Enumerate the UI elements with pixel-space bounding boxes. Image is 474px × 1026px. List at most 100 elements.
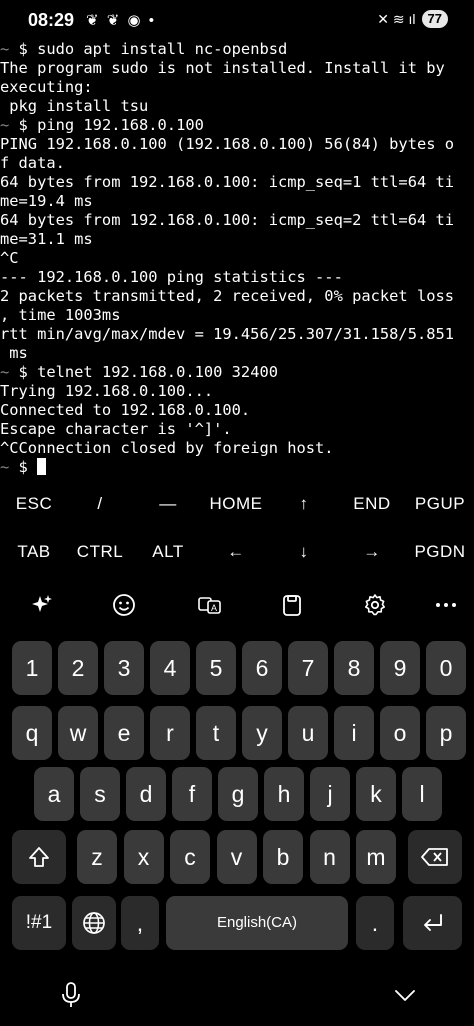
terminal-text: $ telnet 192.168.0.100 32400 <box>18 363 278 381</box>
key-1[interactable]: 1 <box>12 641 52 695</box>
translate-icon[interactable]: A <box>190 585 230 625</box>
shift-key[interactable] <box>12 830 66 884</box>
key-a[interactable]: a <box>34 767 74 821</box>
terminal-line: Connected to 192.168.0.100. <box>0 401 474 420</box>
down-arrow-key[interactable]: ↓ <box>270 528 338 576</box>
comma-key[interactable]: , <box>121 896 159 950</box>
key-r[interactable]: r <box>150 706 190 760</box>
key-4[interactable]: 4 <box>150 641 190 695</box>
alt-key[interactable]: ALT <box>134 528 202 576</box>
backspace-key[interactable] <box>408 830 462 884</box>
terminal-text: me=31.1 ms <box>0 230 93 248</box>
extra-keys-row-2: TAB CTRL ALT ← ↓ → PGDN <box>0 528 474 576</box>
pgup-key[interactable]: PGUP <box>406 480 474 528</box>
slash-key[interactable]: / <box>66 480 134 528</box>
terminal-line: ms <box>0 344 474 363</box>
up-arrow-key[interactable]: ↑ <box>270 480 338 528</box>
symbols-key[interactable]: !#1 <box>12 896 66 950</box>
terminal-line: Trying 192.168.0.100... <box>0 382 474 401</box>
key-d[interactable]: d <box>126 767 166 821</box>
terminal-text: Trying 192.168.0.100... <box>0 382 214 400</box>
terminal-text: 64 bytes from 192.168.0.100: icmp_seq=1 … <box>0 173 455 191</box>
terminal-cursor <box>37 458 47 475</box>
key-y[interactable]: y <box>242 706 282 760</box>
terminal-line: ^CConnection closed by foreign host. <box>0 439 474 458</box>
terminal-line: executing: <box>0 78 474 97</box>
tab-key[interactable]: TAB <box>0 528 68 576</box>
terminal-line: pkg install tsu <box>0 97 474 116</box>
prompt-tilde: ~ <box>0 458 19 476</box>
enter-key[interactable] <box>403 896 462 950</box>
key-c[interactable]: c <box>170 830 210 884</box>
dash-key[interactable]: — <box>134 480 202 528</box>
microphone-icon[interactable] <box>56 978 86 1012</box>
key-2[interactable]: 2 <box>58 641 98 695</box>
key-j[interactable]: j <box>310 767 350 821</box>
terminal-line: ^C <box>0 249 474 268</box>
key-n[interactable]: n <box>309 830 350 884</box>
terminal-text: pkg install tsu <box>0 97 149 115</box>
key-k[interactable]: k <box>356 767 396 821</box>
key-z[interactable]: z <box>77 830 117 884</box>
key-s[interactable]: s <box>80 767 120 821</box>
key-f[interactable]: f <box>172 767 212 821</box>
key-u[interactable]: u <box>288 706 328 760</box>
language-key[interactable] <box>72 896 116 950</box>
key-q[interactable]: q <box>12 706 52 760</box>
prompt-tilde: ~ <box>0 40 19 58</box>
terminal-line: ~ $ sudo apt install nc-openbsd <box>0 40 474 59</box>
ctrl-key[interactable]: CTRL <box>66 528 134 576</box>
key-g[interactable]: g <box>218 767 258 821</box>
key-w[interactable]: w <box>58 706 98 760</box>
key-7[interactable]: 7 <box>288 641 328 695</box>
home-key[interactable]: HOME <box>202 480 270 528</box>
key-e[interactable]: e <box>104 706 144 760</box>
terminal-line: me=19.4 ms <box>0 192 474 211</box>
key-v[interactable]: v <box>216 830 257 884</box>
terminal-line: ~ $ ping 192.168.0.100 <box>0 116 474 135</box>
terminal-line: 64 bytes from 192.168.0.100: icmp_seq=1 … <box>0 173 474 192</box>
terminal-text: 2 packets transmitted, 2 received, 0% pa… <box>0 287 455 305</box>
more-dots-icon[interactable] <box>426 585 466 625</box>
terminal-text: Connected to 192.168.0.100. <box>0 401 251 419</box>
pgdn-key[interactable]: PGDN <box>406 528 474 576</box>
key-m[interactable]: m <box>356 830 396 884</box>
esc-key[interactable]: ESC <box>0 480 68 528</box>
terminal-text: , time 1003ms <box>0 306 121 324</box>
key-5[interactable]: 5 <box>196 641 236 695</box>
period-key[interactable]: . <box>356 896 394 950</box>
navigation-bar <box>0 970 474 1026</box>
key-o[interactable]: o <box>380 706 420 760</box>
terminal-text: --- 192.168.0.100 ping statistics --- <box>0 268 343 286</box>
key-3[interactable]: 3 <box>104 641 144 695</box>
sparkle-ai-icon[interactable] <box>22 585 62 625</box>
keyboard-row-qwerty: qwertyuiop <box>0 706 474 760</box>
terminal-text: $ sudo apt install nc-openbsd <box>18 40 288 58</box>
key-0[interactable]: 0 <box>426 641 466 695</box>
chevron-down-icon[interactable] <box>390 980 420 1010</box>
key-t[interactable]: t <box>196 706 236 760</box>
key-x[interactable]: x <box>123 830 164 884</box>
terminal-line: rtt min/avg/max/mdev = 19.456/25.307/31.… <box>0 325 474 344</box>
key-6[interactable]: 6 <box>242 641 282 695</box>
settings-gear-icon[interactable] <box>355 585 395 625</box>
terminal-output[interactable]: ~ $ sudo apt install nc-openbsd The progr… <box>0 40 474 480</box>
space-bar[interactable]: English(CA) <box>166 896 348 950</box>
status-time: 08:29 <box>28 10 75 30</box>
key-b[interactable]: b <box>263 830 303 884</box>
key-p[interactable]: p <box>426 706 466 760</box>
right-arrow-key[interactable]: → <box>338 528 406 576</box>
shift-arrow-icon <box>29 847 49 867</box>
terminal-text: $ <box>18 458 38 476</box>
clipboard-icon[interactable] <box>272 585 312 625</box>
signal-wifi-icons: ✕ ≋ ıl <box>377 10 416 27</box>
end-key[interactable]: END <box>338 480 406 528</box>
key-9[interactable]: 9 <box>380 641 420 695</box>
key-h[interactable]: h <box>264 767 304 821</box>
key-l[interactable]: l <box>402 767 442 821</box>
key-i[interactable]: i <box>334 706 374 760</box>
status-bar: 08:29 ❦ ❦ ◉ • ✕ ≋ ıl 77 <box>0 0 474 40</box>
left-arrow-key[interactable]: ← <box>202 528 270 576</box>
emoji-icon[interactable] <box>104 585 144 625</box>
key-8[interactable]: 8 <box>334 641 374 695</box>
